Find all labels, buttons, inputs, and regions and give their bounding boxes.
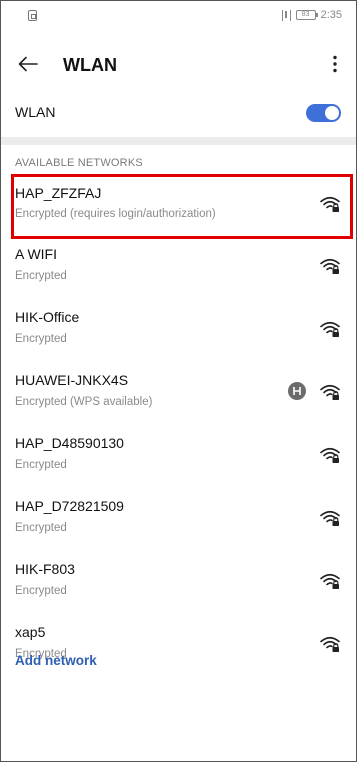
network-name: HAP_ZFZFAJ xyxy=(15,185,102,201)
network-status: Encrypted xyxy=(15,270,67,282)
toggle-knob xyxy=(325,106,339,120)
network-name: HAP_D48590130 xyxy=(15,435,124,451)
network-item[interactable]: HAP_ZFZFAJ Encrypted (requires login/auth… xyxy=(11,174,353,239)
network-name: A WIFI xyxy=(15,246,57,262)
network-status: Encrypted xyxy=(15,459,67,471)
battery-icon: 83 xyxy=(295,10,318,20)
more-options-button[interactable] xyxy=(320,49,350,79)
section-divider xyxy=(1,137,356,145)
wifi-locked-icon xyxy=(320,257,340,275)
status-bar: 83 2:35 xyxy=(1,1,356,31)
network-item[interactable]: HAP_D72821509 Encrypted xyxy=(1,489,356,552)
back-button[interactable] xyxy=(13,49,43,79)
network-item[interactable]: HAP_D48590130 Encrypted xyxy=(1,426,356,489)
add-network-button[interactable]: Add network xyxy=(15,653,97,668)
wifi-locked-icon xyxy=(320,195,340,213)
wifi-locked-icon xyxy=(320,320,340,338)
page-title: WLAN xyxy=(63,55,117,75)
status-right: 83 2:35 xyxy=(281,9,342,21)
network-name: HUAWEI-JNKX4S xyxy=(15,372,129,388)
back-arrow-icon xyxy=(18,56,38,72)
wifi-locked-icon xyxy=(320,635,340,653)
notification-icon xyxy=(28,10,37,21)
network-status: Encrypted xyxy=(15,333,67,345)
vibrate-icon xyxy=(281,9,291,21)
title-bar: WLAN xyxy=(1,43,356,87)
network-status: Encrypted xyxy=(15,522,67,534)
network-name: HAP_D72821509 xyxy=(15,498,124,514)
wifi-locked-icon xyxy=(320,572,340,590)
screen: 83 2:35 WLAN WLAN AVAILABLE NETWORKS HAP… xyxy=(0,0,357,762)
wlan-toggle-label: WLAN xyxy=(15,104,56,120)
available-networks-header: AVAILABLE NETWORKS xyxy=(15,157,143,169)
network-name: xap5 xyxy=(15,624,46,640)
network-item[interactable]: HUAWEI-JNKX4S Encrypted (WPS available) xyxy=(1,363,356,426)
network-item[interactable]: xap5 Encrypted xyxy=(1,615,356,678)
network-status: Encrypted (WPS available) xyxy=(15,396,153,408)
wlan-toggle-row[interactable]: WLAN xyxy=(1,91,356,135)
wifi-locked-icon xyxy=(320,509,340,527)
network-item[interactable]: HIK-Office Encrypted xyxy=(1,300,356,363)
more-vert-icon xyxy=(333,55,337,73)
network-name: HIK-Office xyxy=(15,309,80,325)
wifi-locked-icon xyxy=(320,383,340,401)
network-name: HIK-F803 xyxy=(15,561,75,577)
status-time: 2:35 xyxy=(320,9,342,21)
wps-icon[interactable] xyxy=(288,382,306,400)
network-status: Encrypted (requires login/authorization) xyxy=(15,208,216,220)
network-item[interactable]: A WIFI Encrypted xyxy=(1,237,356,300)
network-list: HAP_ZFZFAJ Encrypted (requires login/auth… xyxy=(1,174,356,678)
wlan-toggle-switch[interactable] xyxy=(306,104,341,122)
network-item[interactable]: HIK-F803 Encrypted xyxy=(1,552,356,615)
network-status: Encrypted xyxy=(15,585,67,597)
wifi-locked-icon xyxy=(320,446,340,464)
